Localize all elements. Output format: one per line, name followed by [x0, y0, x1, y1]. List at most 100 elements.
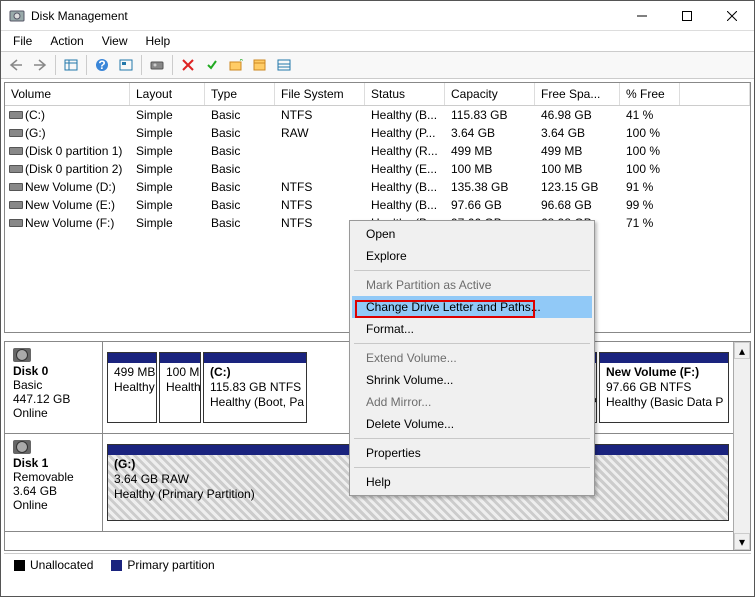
window-title: Disk Management [31, 9, 619, 23]
cell: Basic [205, 142, 275, 160]
view-list-icon[interactable] [60, 54, 82, 76]
partition-box[interactable]: 100 MIHealth [159, 352, 201, 423]
table-row[interactable]: (Disk 0 partition 2)SimpleBasicHealthy (… [5, 160, 750, 178]
disk0-label: Disk 0 [13, 364, 48, 378]
cell: Basic [205, 160, 275, 178]
disk0-info[interactable]: Disk 0 Basic 447.12 GB Online [5, 342, 103, 433]
cell: Healthy (R... [365, 142, 445, 160]
toolbar: ? * [1, 51, 754, 79]
svg-text:*: * [239, 59, 243, 68]
disk1-info[interactable]: Disk 1 Removable 3.64 GB Online [5, 434, 103, 531]
cell: Healthy (B... [365, 196, 445, 214]
disk0-size: 447.12 GB [13, 392, 70, 406]
disk-icon [13, 348, 31, 362]
cell: 91 % [620, 178, 680, 196]
svg-text:?: ? [98, 58, 105, 72]
table-row[interactable]: New Volume (E:)SimpleBasicNTFSHealthy (B… [5, 196, 750, 214]
cell: 96.68 GB [535, 196, 620, 214]
menu-file[interactable]: File [5, 32, 40, 50]
volume-icon [11, 204, 21, 207]
delete-icon[interactable] [177, 54, 199, 76]
forward-button[interactable] [29, 54, 51, 76]
menu-view[interactable]: View [94, 32, 136, 50]
menu-help[interactable]: Help [138, 32, 179, 50]
partition-box[interactable]: New Volume (F:)97.66 GB NTFSHealthy (Bas… [599, 352, 729, 423]
cell: NTFS [275, 196, 365, 214]
col-fs[interactable]: File System [275, 83, 365, 105]
new-folder-icon[interactable]: * [225, 54, 247, 76]
back-button[interactable] [5, 54, 27, 76]
cell [275, 142, 365, 160]
disk-icon [13, 440, 31, 454]
cell: (Disk 0 partition 2) [5, 160, 130, 178]
cell: (G:) [5, 124, 130, 142]
cell: NTFS [275, 106, 365, 124]
ctx-shrink[interactable]: Shrink Volume... [352, 369, 592, 391]
help-icon[interactable]: ? [91, 54, 113, 76]
menubar: File Action View Help [1, 31, 754, 51]
cell: Simple [130, 196, 205, 214]
cell: RAW [275, 124, 365, 142]
volume-icon [11, 114, 21, 117]
maximize-button[interactable] [664, 1, 709, 30]
table-row[interactable]: (G:)SimpleBasicRAWHealthy (P...3.64 GB3.… [5, 124, 750, 142]
col-layout[interactable]: Layout [130, 83, 205, 105]
cell: 41 % [620, 106, 680, 124]
cell: New Volume (D:) [5, 178, 130, 196]
ctx-change-letter[interactable]: Change Drive Letter and Paths... [352, 296, 592, 318]
refresh-icon[interactable] [146, 54, 168, 76]
col-capacity[interactable]: Capacity [445, 83, 535, 105]
disk-scrollbar[interactable]: ▴ ▾ [733, 342, 750, 550]
menu-action[interactable]: Action [42, 32, 91, 50]
ctx-help[interactable]: Help [352, 471, 592, 493]
table-row[interactable]: New Volume (D:)SimpleBasicNTFSHealthy (B… [5, 178, 750, 196]
minimize-button[interactable] [619, 1, 664, 30]
col-type[interactable]: Type [205, 83, 275, 105]
cell: NTFS [275, 178, 365, 196]
cell: Simple [130, 142, 205, 160]
col-pct[interactable]: % Free [620, 83, 680, 105]
cell: Basic [205, 214, 275, 232]
cell: 71 % [620, 214, 680, 232]
cell: (Disk 0 partition 1) [5, 142, 130, 160]
ctx-open[interactable]: Open [352, 223, 592, 245]
ctx-extend: Extend Volume... [352, 347, 592, 369]
ctx-delete[interactable]: Delete Volume... [352, 413, 592, 435]
grid-header: Volume Layout Type File System Status Ca… [5, 83, 750, 106]
close-button[interactable] [709, 1, 754, 30]
volume-icon [11, 168, 21, 171]
cell: Healthy (E... [365, 160, 445, 178]
ctx-mark-active: Mark Partition as Active [352, 274, 592, 296]
table-row[interactable]: (C:)SimpleBasicNTFSHealthy (B...115.83 G… [5, 106, 750, 124]
partition-box[interactable]: (C:)115.83 GB NTFSHealthy (Boot, Pa [203, 352, 307, 423]
cell: New Volume (F:) [5, 214, 130, 232]
cell: 499 MB [445, 142, 535, 160]
settings-icon[interactable] [115, 54, 137, 76]
ctx-format[interactable]: Format... [352, 318, 592, 340]
grid-body: (C:)SimpleBasicNTFSHealthy (B...115.83 G… [5, 106, 750, 232]
ctx-explore[interactable]: Explore [352, 245, 592, 267]
scroll-down-icon[interactable]: ▾ [734, 533, 750, 550]
table-row[interactable]: (Disk 0 partition 1)SimpleBasic Healthy (… [5, 142, 750, 160]
scroll-up-icon[interactable]: ▴ [734, 342, 750, 359]
cell [275, 160, 365, 178]
properties-icon[interactable] [249, 54, 271, 76]
cell: 99 % [620, 196, 680, 214]
volume-icon [11, 150, 21, 153]
cell: Healthy (B... [365, 178, 445, 196]
disk1-label: Disk 1 [13, 456, 48, 470]
cell: Basic [205, 196, 275, 214]
ctx-properties[interactable]: Properties [352, 442, 592, 464]
col-status[interactable]: Status [365, 83, 445, 105]
col-free[interactable]: Free Spa... [535, 83, 620, 105]
disk1-type: Removable [13, 470, 74, 484]
col-volume[interactable]: Volume [5, 83, 130, 105]
context-menu: Open Explore Mark Partition as Active Ch… [349, 220, 595, 496]
window: Disk Management File Action View Help ? … [0, 0, 755, 597]
disk0-type: Basic [13, 378, 42, 392]
cell: 100 % [620, 124, 680, 142]
list-view-icon[interactable] [273, 54, 295, 76]
partition-box[interactable]: 499 MBHealthy (R [107, 352, 157, 423]
cell: 46.98 GB [535, 106, 620, 124]
check-icon[interactable] [201, 54, 223, 76]
